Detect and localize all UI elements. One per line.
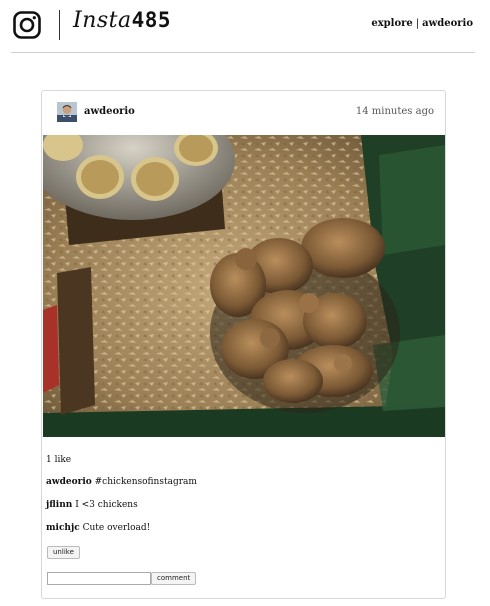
comment-text: #chickensofinstagram [94,477,197,487]
avatar[interactable] [57,102,77,122]
unlike-button[interactable]: unlike [47,546,80,559]
post-timestamp-link[interactable]: 14 minutes ago [356,106,434,117]
brand-script-text: Insta [73,8,132,33]
site-header: Insta485 explore | awdeorio [0,0,490,53]
top-nav: explore | awdeorio [371,18,473,29]
comment-item: awdeorio #chickensofinstagram [46,477,197,487]
post-header: awdeorio 14 minutes ago [42,91,445,135]
explore-link[interactable]: explore [371,18,412,29]
likes-count: 1 like [46,455,72,465]
avatar-image [57,102,77,122]
instagram-camera-icon [13,11,41,39]
chicks-photo [43,135,445,437]
user-profile-link[interactable]: awdeorio [422,18,473,29]
comment-owner-link[interactable]: jflinn [46,500,72,510]
logo-divider [59,10,60,40]
comment-input[interactable] [47,572,151,585]
nav-separator: | [415,18,420,29]
comment-owner-link[interactable]: michjc [46,523,80,533]
comment-text: Cute overload! [82,523,151,533]
comment-item: jflinn I <3 chickens [46,500,138,510]
post-owner-link[interactable]: awdeorio [84,106,135,117]
comment-text: I <3 chickens [75,500,138,510]
post-card: awdeorio 14 minutes ago 1 like awdeorio … [41,90,446,599]
header-divider [11,52,475,53]
comment-item: michjc Cute overload! [46,523,150,533]
comment-owner-link[interactable]: awdeorio [46,477,92,487]
brand-number-text: 485 [131,8,172,32]
brand-link[interactable]: Insta485 [73,8,171,33]
post-image [43,135,445,437]
comment-submit-button[interactable]: comment [151,572,197,585]
